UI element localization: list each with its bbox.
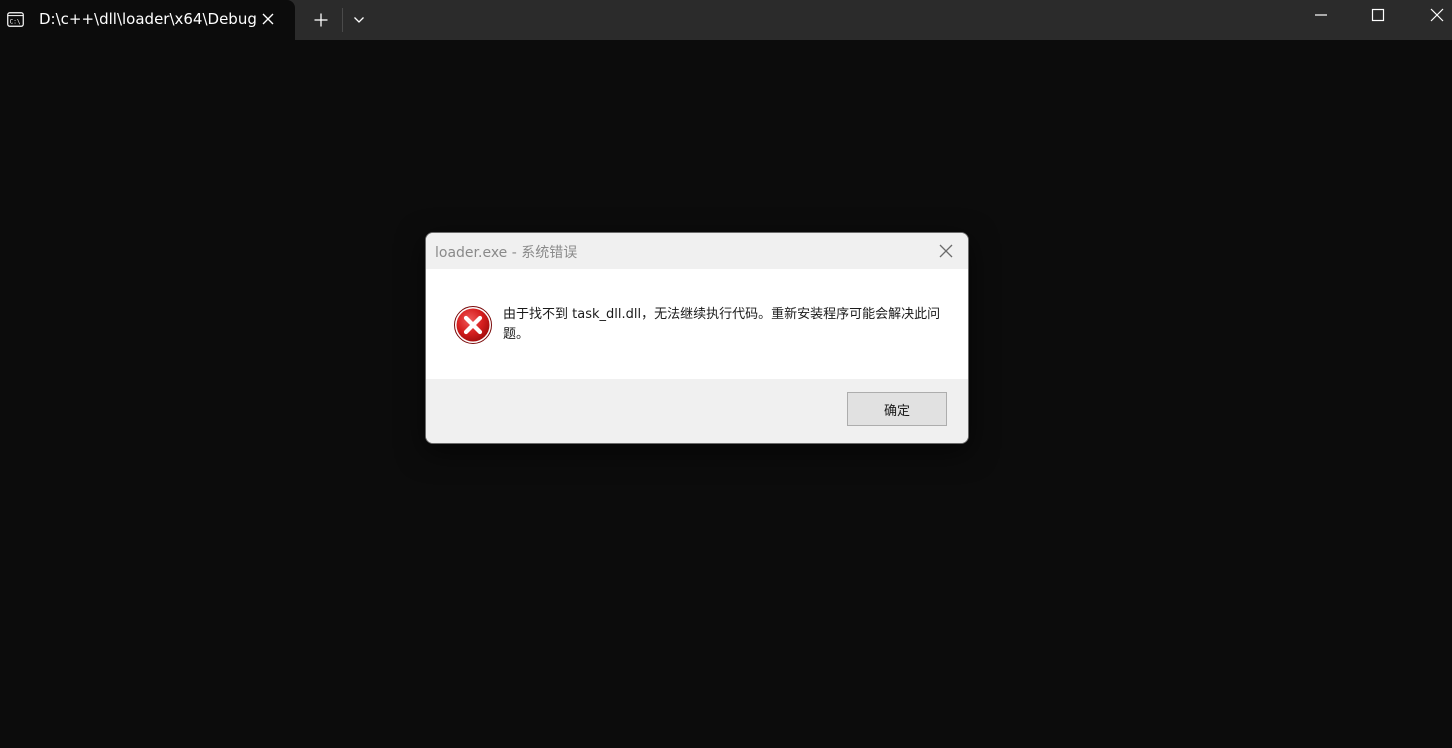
tab-bar: C:\ D:\c++\dll\loader\x64\Debug xyxy=(0,0,1452,40)
tab-dropdown-button[interactable] xyxy=(346,6,372,34)
close-window-button[interactable] xyxy=(1414,0,1452,30)
terminal-window: C:\ D:\c++\dll\loader\x64\Debug loader.e… xyxy=(0,0,1452,748)
maximize-button[interactable] xyxy=(1355,0,1401,30)
terminal-tab[interactable]: C:\ D:\c++\dll\loader\x64\Debug xyxy=(0,0,295,40)
error-message: 由于找不到 task_dll.dll，无法继续执行代码。重新安装程序可能会解决此… xyxy=(503,307,941,342)
maximize-icon xyxy=(1371,8,1385,22)
minimize-icon xyxy=(1315,14,1327,16)
new-tab-button[interactable] xyxy=(306,6,336,34)
dialog-body: 由于找不到 task_dll.dll，无法继续执行代码。重新安装程序可能会解决此… xyxy=(426,269,968,379)
tab-separator xyxy=(342,8,343,32)
tab-title: D:\c++\dll\loader\x64\Debug xyxy=(39,10,257,28)
dialog-close-icon[interactable] xyxy=(938,243,954,259)
error-icon xyxy=(454,306,492,344)
plus-icon xyxy=(314,13,328,27)
close-icon xyxy=(1430,8,1444,22)
ok-button[interactable]: 确定 xyxy=(847,392,947,426)
minimize-button[interactable] xyxy=(1298,0,1344,30)
error-dialog: loader.exe - 系统错误 由于找不到 task_dll.dll，无法继… xyxy=(425,232,969,444)
dialog-footer: 确定 xyxy=(426,379,968,443)
dialog-title: loader.exe - 系统错误 xyxy=(435,245,578,261)
tab-close-icon[interactable] xyxy=(261,12,275,26)
svg-text:C:\: C:\ xyxy=(10,19,21,26)
chevron-down-icon xyxy=(354,17,364,23)
dialog-titlebar[interactable]: loader.exe - 系统错误 xyxy=(426,233,968,269)
terminal-icon: C:\ xyxy=(7,12,24,27)
